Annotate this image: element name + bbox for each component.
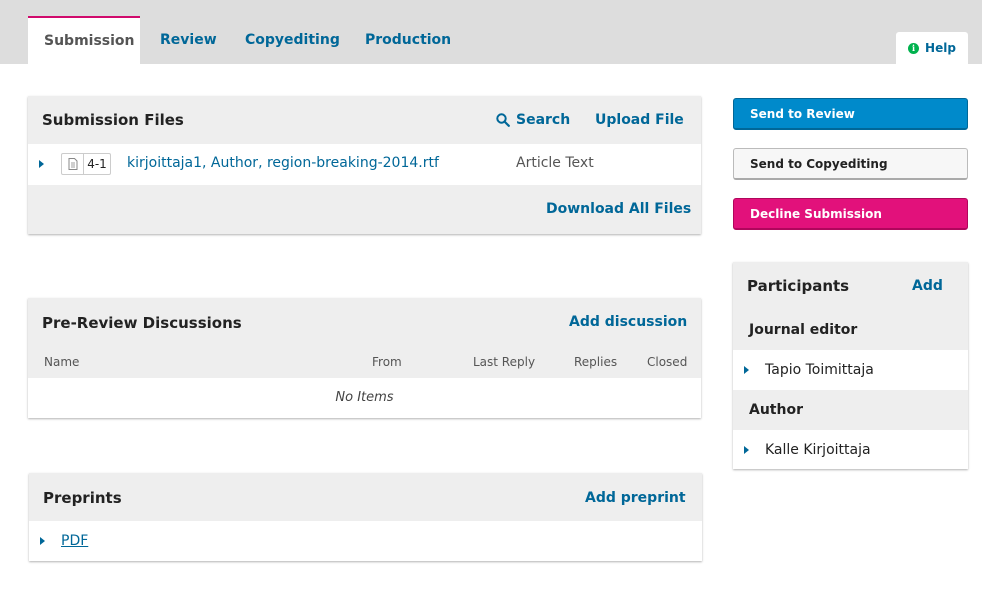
column-header-replies: Replies bbox=[574, 355, 618, 369]
panel-title: Participants bbox=[747, 277, 850, 295]
participants-header: Participants Add bbox=[733, 262, 968, 310]
list-item: PDF bbox=[29, 521, 702, 561]
file-type: Article Text bbox=[516, 155, 594, 171]
file-badge: 4-1 bbox=[61, 153, 111, 175]
tab-review[interactable]: Review bbox=[144, 16, 233, 64]
panel-title: Submission Files bbox=[42, 111, 184, 129]
decline-submission-button[interactable]: Decline Submission bbox=[733, 198, 968, 230]
help-label: Help bbox=[925, 41, 956, 55]
participants-panel: Participants Add Journal editor Tapio To… bbox=[733, 262, 968, 469]
expand-caret-icon[interactable] bbox=[39, 160, 44, 168]
column-header-from: From bbox=[372, 355, 402, 369]
participant-row: Tapio Toimittaja bbox=[733, 350, 968, 390]
expand-caret-icon[interactable] bbox=[744, 366, 749, 374]
column-header-closed: Closed bbox=[647, 355, 688, 369]
search-files-link[interactable]: Search bbox=[496, 112, 570, 128]
tab-submission[interactable]: Submission bbox=[28, 16, 140, 64]
document-icon bbox=[62, 154, 84, 174]
add-preprint-link[interactable]: Add preprint bbox=[585, 490, 686, 506]
file-name-link[interactable]: kirjoittaja1, Author, region-breaking-20… bbox=[127, 155, 439, 171]
participant-row: Kalle Kirjoittaja bbox=[733, 430, 968, 469]
submission-files-footer: Download All Files bbox=[28, 185, 701, 234]
add-discussion-link[interactable]: Add discussion bbox=[569, 314, 687, 330]
search-label: Search bbox=[516, 112, 571, 128]
column-header-name: Name bbox=[44, 355, 80, 369]
preprints-header: Preprints Add preprint bbox=[29, 473, 702, 521]
participant-group-author: Author bbox=[733, 390, 968, 430]
tab-production[interactable]: Production bbox=[349, 16, 467, 64]
download-all-files-link[interactable]: Download All Files bbox=[546, 201, 691, 217]
panel-title: Pre-Review Discussions bbox=[42, 314, 242, 332]
column-header-last-reply: Last Reply bbox=[473, 355, 536, 369]
panel-title: Preprints bbox=[43, 489, 122, 507]
preprint-pdf-link[interactable]: PDF bbox=[61, 533, 88, 549]
expand-caret-icon[interactable] bbox=[40, 537, 45, 545]
empty-state-text: No Items bbox=[335, 390, 394, 405]
discussions-panel: Pre-Review Discussions Add discussion Na… bbox=[28, 298, 701, 418]
expand-caret-icon[interactable] bbox=[744, 446, 749, 454]
file-row: 4-1 kirjoittaja1, Author, region-breakin… bbox=[28, 144, 701, 185]
submission-files-header: Submission Files Search Upload File bbox=[28, 96, 701, 144]
submission-files-panel: Submission Files Search Upload File 4-1 … bbox=[28, 96, 701, 234]
help-button[interactable]: i Help bbox=[896, 32, 968, 64]
participant-name[interactable]: Tapio Toimittaja bbox=[765, 350, 874, 390]
workflow-tab-bar: Submission Review Copyediting Production… bbox=[0, 0, 982, 64]
upload-file-link[interactable]: Upload File bbox=[595, 112, 684, 128]
info-icon: i bbox=[908, 42, 920, 54]
send-to-copyediting-button[interactable]: Send to Copyediting bbox=[733, 148, 968, 180]
participant-group-journal-editor: Journal editor bbox=[733, 310, 968, 350]
send-to-review-button[interactable]: Send to Review bbox=[733, 98, 968, 130]
tab-copyediting[interactable]: Copyediting bbox=[229, 16, 356, 64]
discussions-header: Pre-Review Discussions Add discussion Na… bbox=[28, 298, 701, 378]
search-icon bbox=[496, 113, 510, 127]
preprints-panel: Preprints Add preprint PDF bbox=[29, 473, 702, 561]
add-participant-link[interactable]: Add bbox=[912, 278, 943, 294]
file-id: 4-1 bbox=[87, 157, 107, 171]
participant-name[interactable]: Kalle Kirjoittaja bbox=[765, 430, 871, 470]
